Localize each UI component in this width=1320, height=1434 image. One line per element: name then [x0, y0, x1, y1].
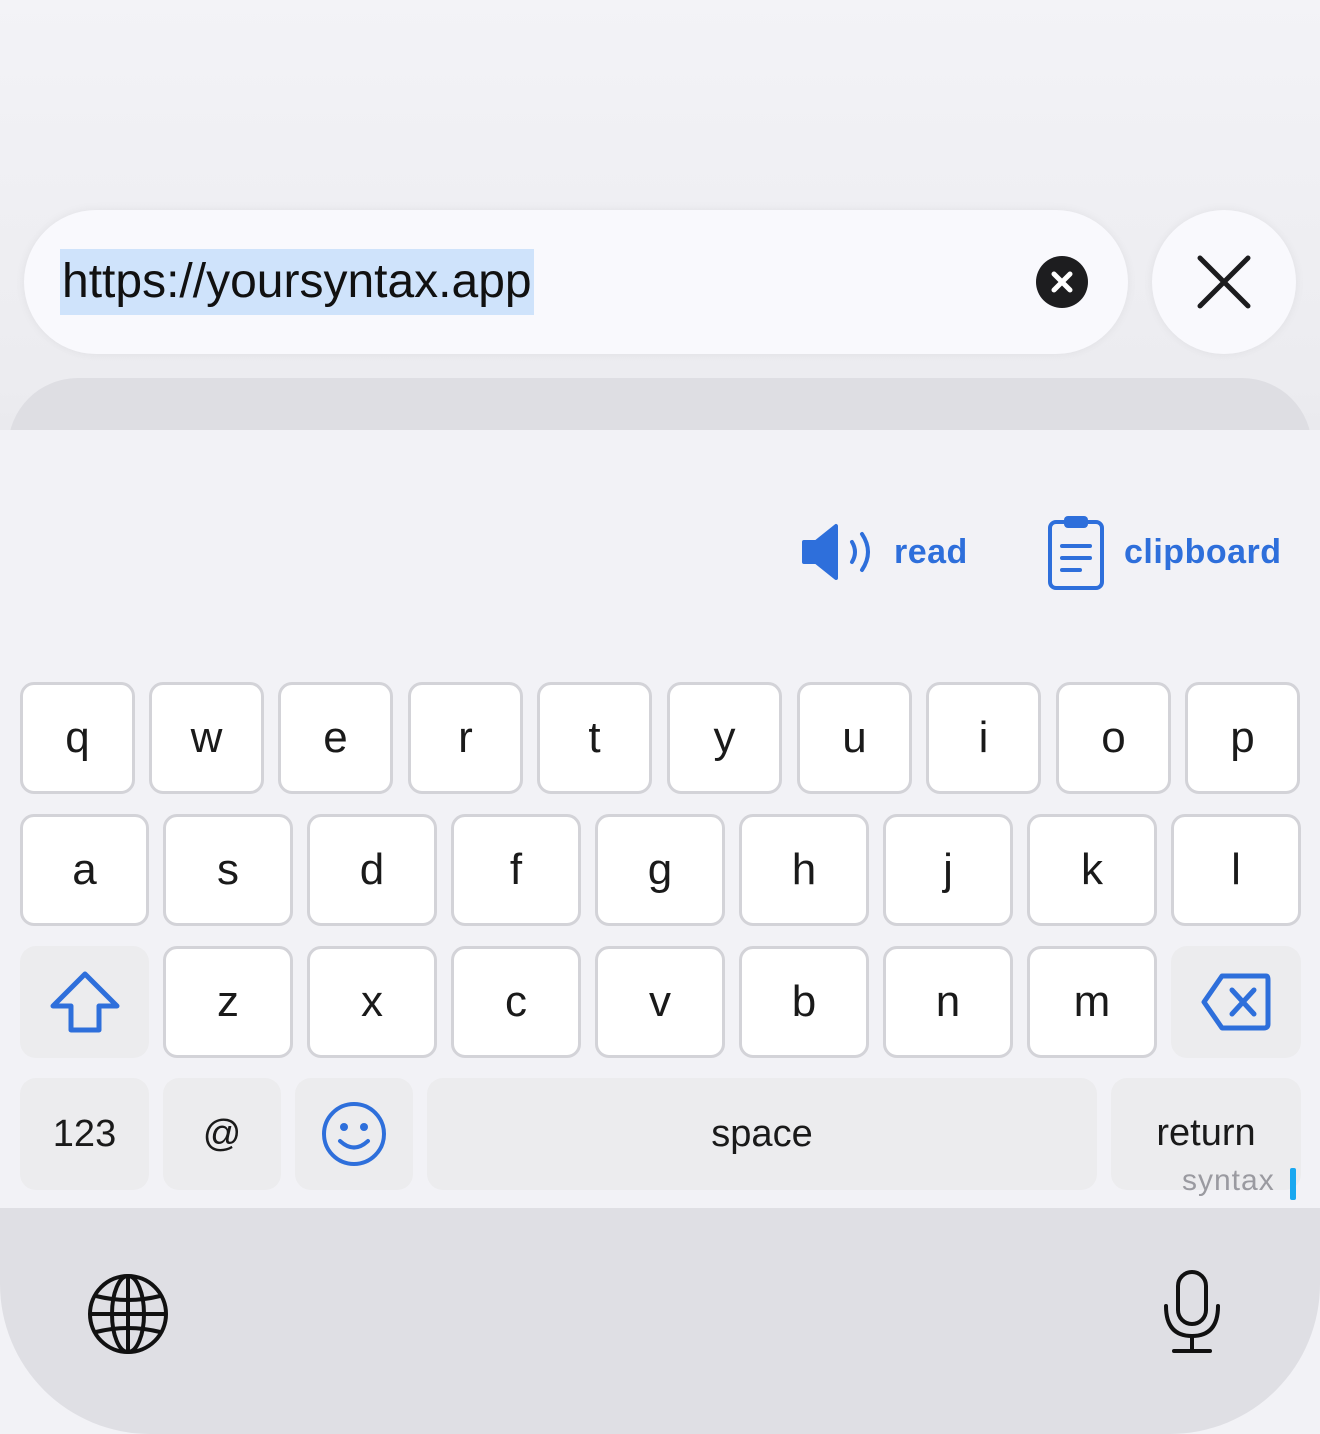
key-x[interactable]: x — [307, 946, 437, 1058]
read-button[interactable]: read — [800, 512, 968, 592]
clipboard-icon — [1048, 516, 1104, 590]
clear-url-button[interactable] — [1036, 256, 1088, 308]
key-u[interactable]: u — [797, 682, 912, 794]
key-l[interactable]: l — [1171, 814, 1301, 926]
key-i[interactable]: i — [926, 682, 1041, 794]
key-g[interactable]: g — [595, 814, 725, 926]
at-key[interactable]: @ — [163, 1078, 281, 1190]
clipboard-label: clipboard — [1124, 532, 1282, 571]
key-d[interactable]: d — [307, 814, 437, 926]
key-a[interactable]: a — [20, 814, 149, 926]
text-cursor — [1290, 1168, 1296, 1200]
read-label: read — [894, 532, 968, 571]
shift-key[interactable] — [20, 946, 149, 1058]
key-q[interactable]: q — [20, 682, 135, 794]
key-p[interactable]: p — [1185, 682, 1300, 794]
close-button[interactable] — [1152, 210, 1296, 354]
return-sublabel: syntax — [1182, 1164, 1275, 1197]
key-c[interactable]: c — [451, 946, 581, 1058]
xmark-circle-fill-icon — [1051, 271, 1073, 293]
key-w[interactable]: w — [149, 682, 264, 794]
key-o[interactable]: o — [1056, 682, 1171, 794]
key-t[interactable]: t — [537, 682, 652, 794]
space-key[interactable]: space — [427, 1078, 1097, 1190]
keyboard-bottom-bar — [0, 1208, 1320, 1434]
numbers-key[interactable]: 123 — [20, 1078, 149, 1190]
key-f[interactable]: f — [451, 814, 581, 926]
delete-left-icon — [1201, 973, 1271, 1031]
delete-key[interactable] — [1171, 946, 1301, 1058]
microphone-icon — [1164, 1270, 1220, 1353]
speaker-wave-icon — [802, 524, 870, 580]
key-r[interactable]: r — [408, 682, 523, 794]
key-h[interactable]: h — [739, 814, 869, 926]
smiley-icon — [322, 1102, 386, 1166]
key-j[interactable]: j — [883, 814, 1013, 926]
key-m[interactable]: m — [1027, 946, 1157, 1058]
key-y[interactable]: y — [667, 682, 782, 794]
xmark-icon — [1197, 255, 1251, 309]
clipboard-button[interactable]: clipboard — [1046, 512, 1282, 592]
key-v[interactable]: v — [595, 946, 725, 1058]
key-b[interactable]: b — [739, 946, 869, 1058]
key-k[interactable]: k — [1027, 814, 1157, 926]
key-n[interactable]: n — [883, 946, 1013, 1058]
shift-icon — [50, 971, 119, 1033]
globe-button[interactable] — [86, 1272, 170, 1356]
key-s[interactable]: s — [163, 814, 293, 926]
globe-icon — [88, 1274, 168, 1354]
key-z[interactable]: z — [163, 946, 293, 1058]
emoji-key[interactable] — [295, 1078, 413, 1190]
dictation-button[interactable] — [1162, 1268, 1222, 1356]
url-text-selected[interactable]: https://yoursyntax.app — [60, 249, 534, 315]
key-e[interactable]: e — [278, 682, 393, 794]
